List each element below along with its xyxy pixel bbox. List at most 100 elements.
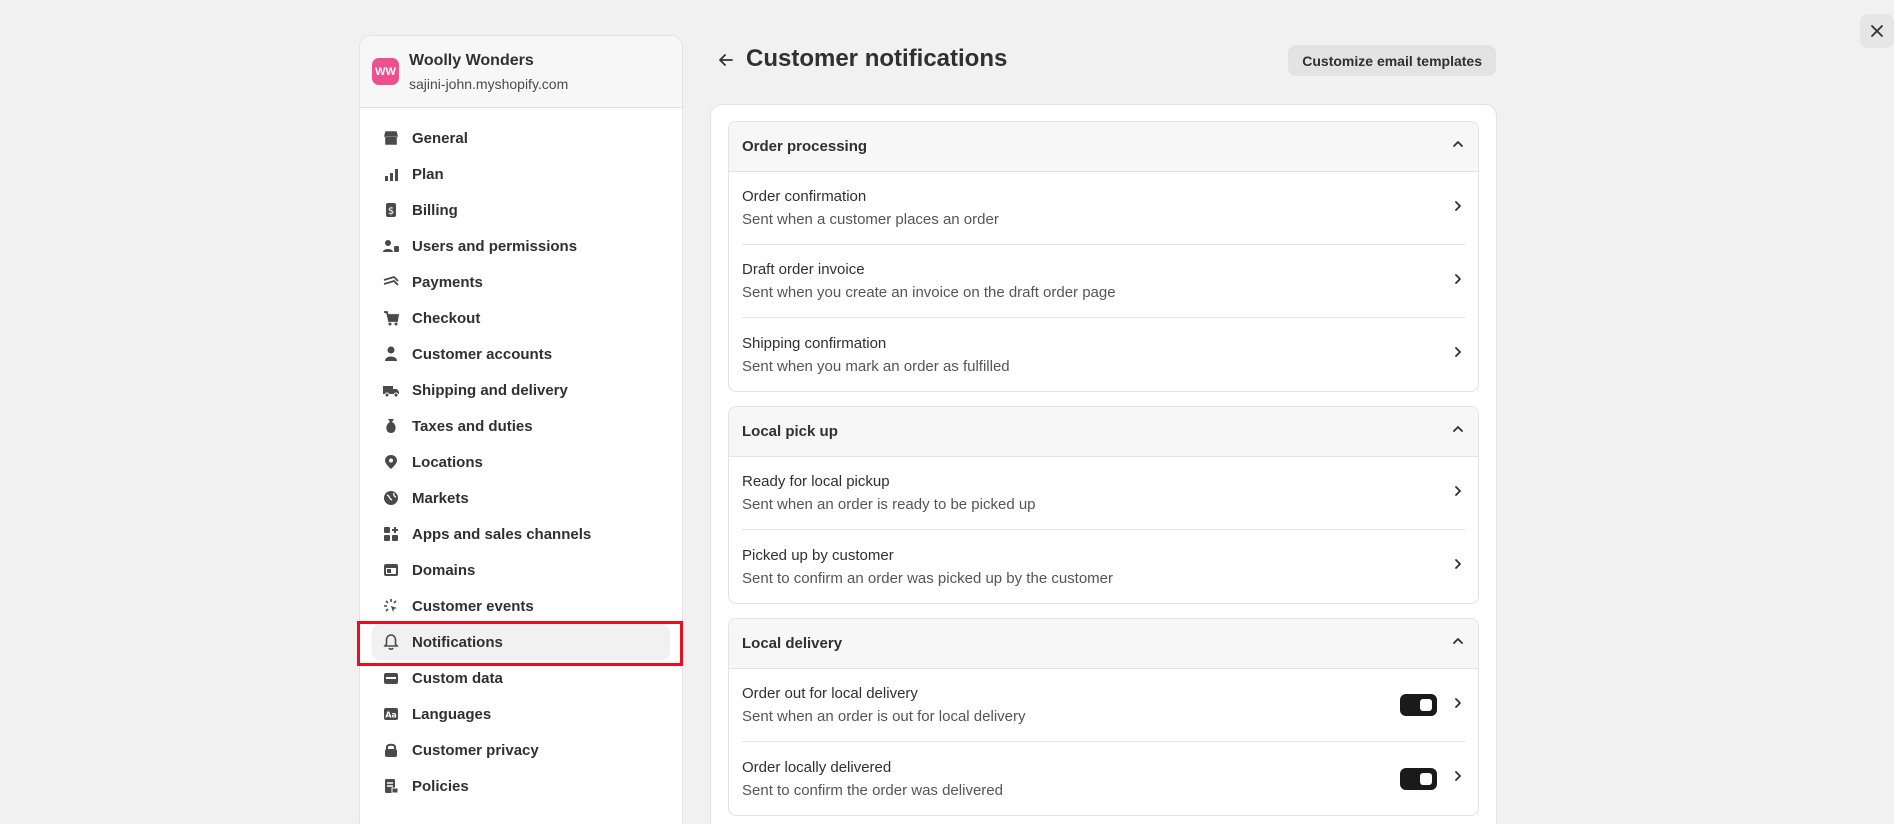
database-icon [382,669,400,687]
truck-icon [382,381,400,399]
section-title: Local delivery [742,635,843,652]
section-title: Local pick up [742,423,838,440]
sidebar-item-apps-and-sales-channels[interactable]: Apps and sales channels [372,516,670,552]
chevron-right-icon [1451,484,1465,503]
sidebar-item-plan[interactable]: Plan [372,156,670,192]
billing-icon: $ [382,201,400,219]
notification-row[interactable]: Order confirmation Sent when a customer p… [742,172,1465,245]
notification-title: Ready for local pickup [742,473,890,490]
toggle-switch[interactable] [1400,694,1437,716]
sidebar-item-label: Payments [412,273,483,291]
section-title: Order processing [742,138,868,155]
toggle-switch[interactable] [1400,767,1437,790]
chevron-right-icon [1451,345,1465,364]
store-domain: sajini-john.myshopify.com [409,75,569,92]
sidebar-item-label: Locations [412,453,483,471]
chevron-right-icon [1451,199,1465,218]
chevron-up-icon[interactable] [1451,634,1465,653]
svg-text:$: $ [388,206,394,217]
chevron-right-icon [1451,769,1465,788]
chevron-right-icon [1451,272,1465,291]
close-icon [1871,25,1883,37]
section-header[interactable]: Order processing [729,122,1478,172]
notification-description: Sent to confirm the order was delivered [742,781,1003,799]
sidebar-item-locations[interactable]: Locations [372,444,670,480]
sidebar-item-general[interactable]: General [372,120,670,156]
sidebar-item-label: Apps and sales channels [412,525,592,543]
notification-description: Sent to confirm an order was picked up b… [742,569,1114,587]
store-name: Woolly Wonders [409,51,534,69]
sidebar-item-label: Custom data [412,669,503,687]
sidebar-item-label: Customer privacy [412,741,539,759]
location-icon [382,453,400,471]
page-title: Customer notifications [746,45,1008,72]
notification-row[interactable]: Picked up by customer Sent to confirm an … [742,530,1465,603]
policy-icon [382,777,400,795]
sidebar-item-customer-events[interactable]: Customer events [372,588,670,624]
chevron-up-icon[interactable] [1451,422,1465,441]
sidebar-item-label: Notifications [412,633,503,651]
sidebar-item-customer-accounts[interactable]: Customer accounts [372,336,670,372]
payments-icon [382,273,400,291]
sidebar-item-label: Users and permissions [412,237,578,255]
users-icon [382,237,400,255]
sidebar-item-languages[interactable]: Aa Languages [372,696,670,732]
settings-nav: General Plan $ Billing Users and permissions… [360,108,682,804]
sidebar-item-checkout[interactable]: Checkout [372,300,670,336]
section-header[interactable]: Local delivery [729,619,1478,669]
arrow-left-icon [719,54,733,66]
notification-title: Order out for local delivery [742,685,918,702]
domain-icon [382,561,400,579]
sidebar-item-shipping-and-delivery[interactable]: Shipping and delivery [372,372,670,408]
sidebar-item-label: Shipping and delivery [412,381,568,399]
cursor-icon [382,597,400,615]
sidebar-item-billing[interactable]: $ Billing [372,192,670,228]
sidebar-item-domains[interactable]: Domains [372,552,670,588]
sidebar-item-markets[interactable]: Markets [372,480,670,516]
sidebar-item-custom-data[interactable]: Custom data [372,660,670,696]
store-icon [382,129,400,147]
notification-description: Sent when an order is ready to be picked… [742,496,1036,513]
sidebar-item-label: Customer events [412,597,534,615]
sidebar-item-payments[interactable]: Payments [372,264,670,300]
notification-title: Draft order invoice [742,261,865,278]
chevron-up-icon[interactable] [1451,137,1465,156]
sidebar-item-label: Taxes and duties [412,417,533,435]
sidebar-item-label: Markets [412,489,469,507]
sidebar-item-users-and-permissions[interactable]: Users and permissions [372,228,670,264]
notification-row[interactable]: Draft order invoice Sent when you create … [742,245,1465,318]
sidebar-item-label: Domains [412,561,476,579]
notification-description: Sent when you create an invoice on the d… [742,284,1116,301]
sidebar-item-label: General [412,129,468,147]
store-header[interactable]: WW Woolly Wonders sajini-john.myshopify.… [360,36,682,108]
person-icon [382,345,400,363]
sidebar-item-customer-privacy[interactable]: Customer privacy [372,732,670,768]
customize-email-templates-button[interactable]: Customize email templates [1288,45,1496,76]
sidebar-item-label: Policies [412,777,469,795]
notification-row[interactable]: Order out for local delivery Sent when an… [742,669,1465,742]
bell-icon [382,633,400,651]
apps-icon [382,525,400,543]
plan-icon [382,165,400,183]
notification-row[interactable]: Shipping confirmation Sent when you mark … [742,318,1465,391]
tax-icon [382,417,400,435]
back-button[interactable] [714,48,738,72]
notifications-card: Order processing Order confirmation Sent w… [710,104,1497,824]
sidebar-item-notifications[interactable]: Notifications [372,624,670,660]
language-icon: Aa [382,705,400,723]
notification-description: Sent when you mark an order as fulfilled [742,357,1010,375]
notification-row[interactable]: Order locally delivered Sent to confirm t… [742,742,1465,815]
notification-row[interactable]: Ready for local pickup Sent when an order… [742,457,1465,530]
cart-icon [382,309,400,327]
section-local-delivery: Local delivery Order out for local delive… [728,618,1479,816]
section-header[interactable]: Local pick up [729,407,1478,457]
notification-title: Order confirmation [742,188,867,205]
sidebar-item-label: Checkout [412,309,481,327]
page-header: Customer notifications Customize email t… [714,40,1496,80]
chevron-right-icon [1451,696,1465,715]
sidebar-item-taxes-and-duties[interactable]: Taxes and duties [372,408,670,444]
notification-title: Picked up by customer [742,546,894,564]
section-order-processing: Order processing Order confirmation Sent w… [728,121,1479,392]
sidebar-item-policies[interactable]: Policies [372,768,670,804]
close-button[interactable] [1860,14,1894,48]
